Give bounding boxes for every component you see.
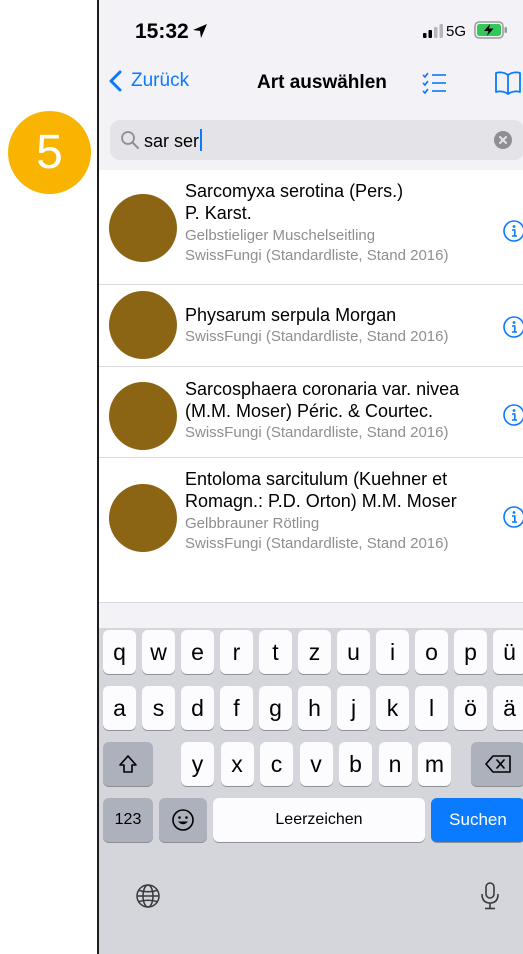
key-c[interactable]: c — [260, 742, 293, 786]
shift-arrow-icon — [119, 755, 137, 773]
key-v[interactable]: v — [299, 742, 333, 786]
keyboard: qwertzuiopü asdfghjklöä yxcvbnm 123 Leer… — [99, 628, 523, 954]
key-d[interactable]: d — [181, 686, 214, 730]
status-time: 15:32 — [135, 20, 189, 43]
search-icon — [121, 131, 139, 149]
page-title: Art auswählen — [257, 72, 387, 93]
key-ü[interactable]: ü — [493, 630, 523, 674]
list-item-text: Physarum serpula Morgan SwissFungi (Stan… — [185, 304, 495, 346]
list-item-text: Sarcosphaera coronaria var. nivea (M.M. M… — [185, 378, 495, 442]
key-w[interactable]: w — [142, 630, 175, 674]
source-label: SwissFungi (Standardliste, Stand 2016) — [185, 535, 449, 552]
key-h[interactable]: h — [298, 686, 331, 730]
scientific-name: Physarum serpula Morgan — [185, 305, 397, 325]
key-y[interactable]: y — [181, 742, 214, 786]
source-label: SwissFungi (Standardliste, Stand 2016) — [185, 424, 449, 441]
species-avatar — [109, 291, 177, 359]
key-m[interactable]: m — [418, 742, 451, 786]
book-icon[interactable] — [494, 70, 522, 96]
key-r[interactable]: r — [220, 630, 253, 674]
delete-key[interactable] — [471, 742, 523, 786]
key-s[interactable]: s — [142, 686, 175, 730]
species-avatar — [109, 382, 177, 450]
key-e[interactable]: e — [181, 630, 214, 674]
key-l[interactable]: l — [415, 686, 448, 730]
text-cursor — [200, 129, 203, 151]
scientific-name: Sarcomyxa serotina (Pers.) P. Karst. — [185, 181, 404, 223]
microphone-icon[interactable] — [479, 881, 501, 911]
common-name: Gelbbrauner Rötling — [185, 515, 320, 532]
info-icon[interactable] — [502, 403, 523, 427]
common-name: Gelbstieliger Muschelseitling — [185, 227, 376, 244]
divider — [99, 602, 523, 603]
status-bar: 15:32 5G — [99, 0, 523, 62]
phone-screen: 15:32 5G Zurück Art auswählen sar ser Sa… — [97, 0, 523, 954]
key-b[interactable]: b — [339, 742, 372, 786]
key-k[interactable]: k — [376, 686, 409, 730]
list-item-text: Entoloma sarcitulum (Kuehner et Romagn.: … — [185, 468, 495, 553]
battery-charging-icon — [474, 21, 507, 39]
info-icon[interactable] — [502, 315, 523, 339]
backspace-icon — [485, 755, 511, 773]
info-icon[interactable] — [502, 505, 523, 529]
list-item[interactable]: Entoloma sarcitulum (Kuehner et Romagn.: … — [99, 458, 523, 603]
search-input-value: sar ser — [144, 129, 203, 152]
key-ö[interactable]: ö — [454, 686, 487, 730]
source-label: SwissFungi (Standardliste, Stand 2016) — [185, 328, 449, 345]
signal-bars-icon — [423, 24, 443, 38]
clear-icon[interactable] — [494, 131, 512, 149]
key-u[interactable]: u — [337, 630, 370, 674]
search-submit-key[interactable]: Suchen — [431, 798, 523, 842]
shift-key[interactable] — [103, 742, 153, 786]
emoji-key[interactable] — [159, 798, 207, 842]
key-i[interactable]: i — [376, 630, 409, 674]
key-t[interactable]: t — [259, 630, 292, 674]
step-number-badge: 5 — [8, 111, 91, 194]
list-item-text: Sarcomyxa serotina (Pers.) P. Karst. Gelb… — [185, 180, 495, 265]
chevron-left-icon — [109, 70, 122, 92]
key-f[interactable]: f — [220, 686, 253, 730]
key-p[interactable]: p — [454, 630, 487, 674]
key-ä[interactable]: ä — [493, 686, 523, 730]
location-arrow-icon — [193, 24, 207, 38]
source-label: SwissFungi (Standardliste, Stand 2016) — [185, 247, 449, 264]
network-type: 5G — [446, 23, 467, 40]
key-z[interactable]: z — [298, 630, 331, 674]
back-button[interactable]: Zurück — [107, 70, 189, 92]
list-item[interactable]: Sarcosphaera coronaria var. nivea (M.M. M… — [99, 367, 523, 456]
results-list: Sarcomyxa serotina (Pers.) P. Karst. Gelb… — [99, 170, 523, 603]
checklist-icon[interactable] — [421, 70, 447, 96]
key-g[interactable]: g — [259, 686, 292, 730]
numbers-key[interactable]: 123 — [103, 798, 153, 842]
list-item[interactable]: Sarcomyxa serotina (Pers.) P. Karst. Gelb… — [99, 170, 523, 283]
key-j[interactable]: j — [337, 686, 370, 730]
navigation-bar: Zurück Art auswählen — [99, 62, 523, 106]
globe-icon[interactable] — [135, 883, 161, 909]
space-key[interactable]: Leerzeichen — [213, 798, 425, 842]
key-n[interactable]: n — [378, 742, 412, 786]
search-input[interactable]: sar ser — [110, 120, 523, 160]
key-o[interactable]: o — [415, 630, 448, 674]
list-item[interactable]: Physarum serpula Morgan SwissFungi (Stan… — [99, 285, 523, 365]
key-q[interactable]: q — [103, 630, 136, 674]
scientific-name: Sarcosphaera coronaria var. nivea (M.M. M… — [185, 379, 460, 421]
key-x[interactable]: x — [220, 742, 254, 786]
species-avatar — [109, 484, 177, 552]
info-icon[interactable] — [502, 219, 523, 243]
scientific-name: Entoloma sarcitulum (Kuehner et Romagn.: … — [185, 469, 457, 511]
key-a[interactable]: a — [103, 686, 136, 730]
emoji-icon — [172, 809, 194, 831]
species-avatar — [109, 194, 177, 262]
back-button-label: Zurück — [131, 70, 190, 91]
